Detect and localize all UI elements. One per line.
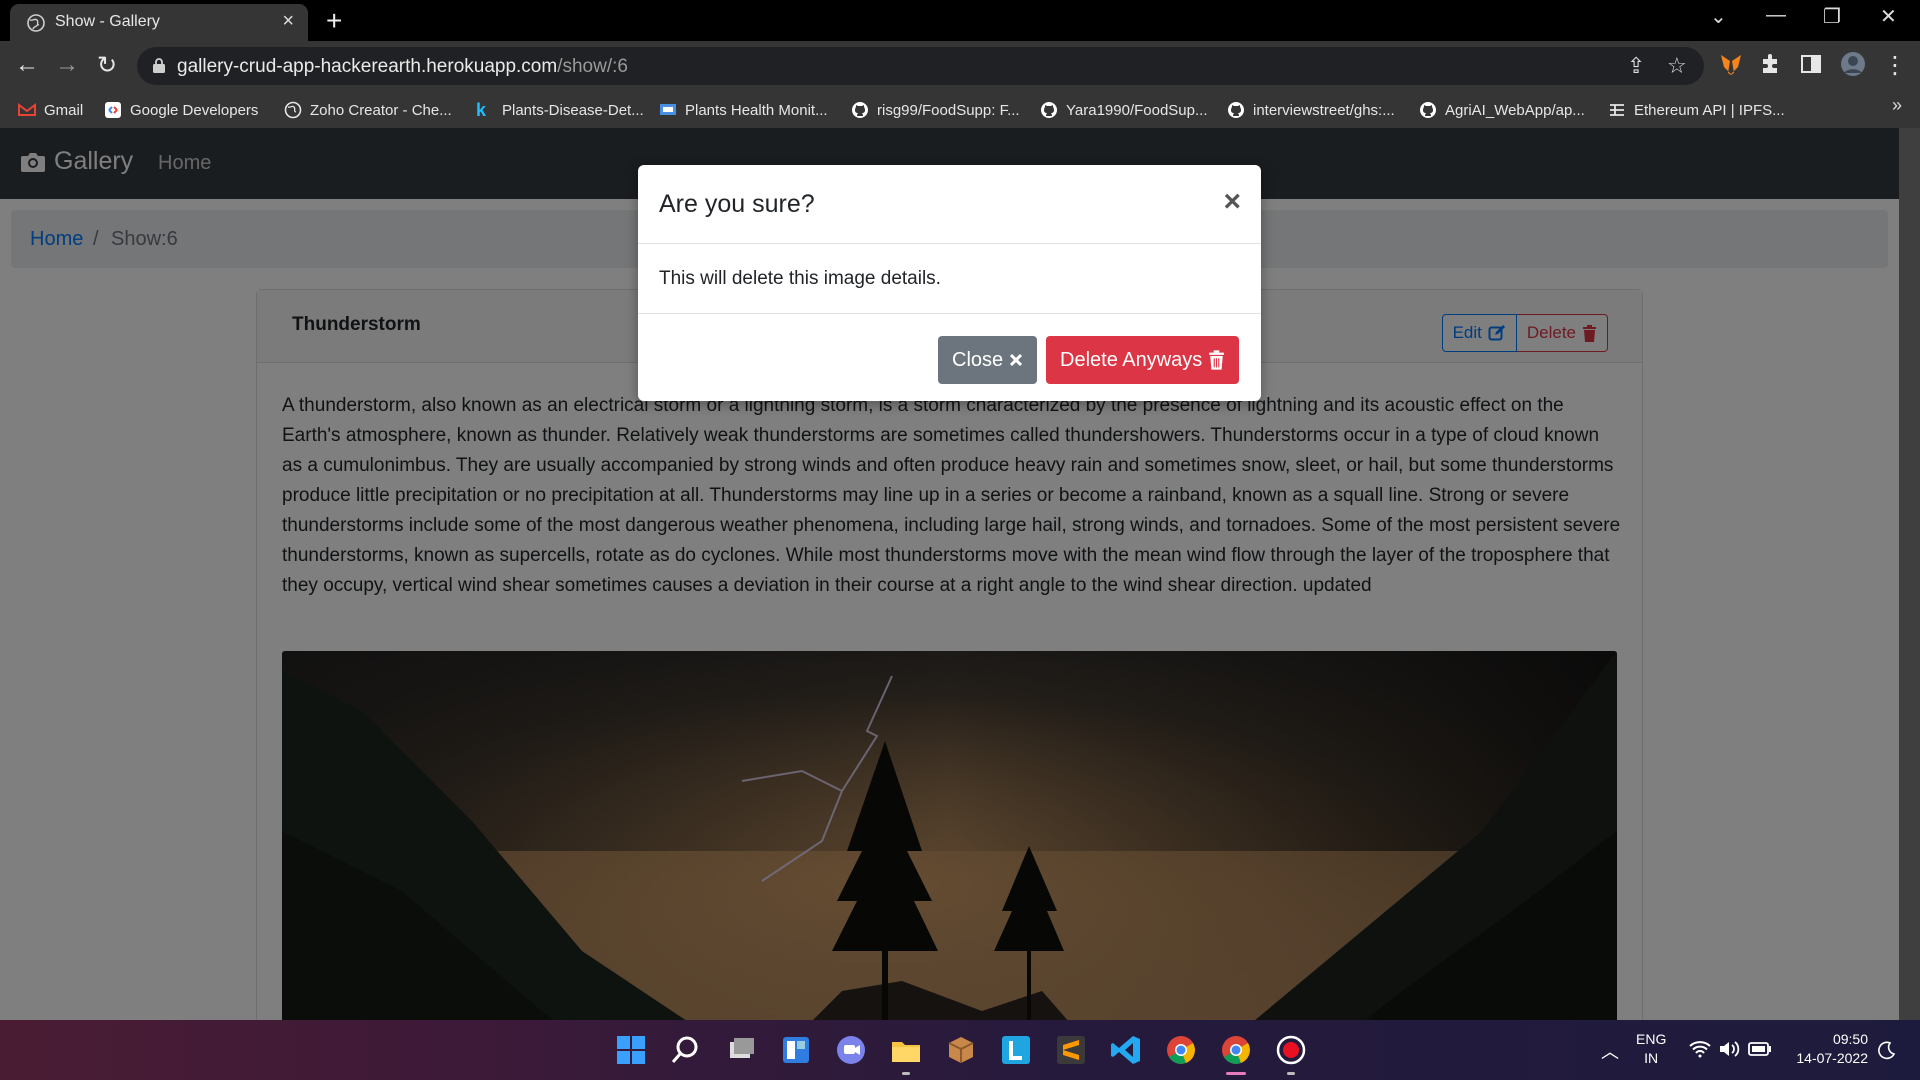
new-tab-button[interactable]: + — [326, 5, 342, 37]
teams-chat-icon[interactable] — [834, 1033, 868, 1067]
bookmark-yara1990-foodsup[interactable]: Yara1990/FoodSup... — [1040, 97, 1208, 123]
browser-menu-icon[interactable]: ⋮ — [1880, 51, 1910, 80]
close-button-label: Close — [952, 348, 1004, 371]
clock-date: 14-07-2022 — [1796, 1050, 1868, 1066]
browser-tab-strip: Show - Gallery × + ⌄ — ❐ ✕ — [0, 0, 1920, 41]
package-icon[interactable] — [944, 1033, 978, 1067]
bookmark-zoho-creator[interactable]: Zoho Creator - Che... — [284, 97, 452, 123]
tab-close-icon[interactable]: × — [282, 10, 294, 33]
github-icon — [1228, 102, 1244, 118]
github-icon — [852, 102, 868, 118]
modal-header: Are you sure? × — [638, 165, 1261, 244]
modal-message: This will delete this image details. — [659, 268, 941, 289]
infura-icon — [1610, 104, 1624, 116]
extensions-puzzle-icon[interactable] — [1758, 51, 1784, 77]
sublime-text-icon[interactable] — [1054, 1033, 1088, 1067]
bookmark-plants-disease[interactable]: k Plants-Disease-Det... — [476, 97, 644, 123]
windows-start-icon[interactable] — [614, 1033, 648, 1067]
bookmark-agriai-webapp[interactable]: AgriAI_WebApp/ap... — [1419, 97, 1585, 123]
running-indicator — [1287, 1072, 1295, 1075]
task-view-icon[interactable] — [724, 1033, 758, 1067]
bookmark-label: Yara1990/FoodSup... — [1066, 101, 1208, 119]
address-bar[interactable]: gallery-crud-app-hackerearth.herokuapp.c… — [137, 47, 1704, 85]
times-icon — [1010, 353, 1023, 367]
bookmark-label: Plants-Disease-Det... — [502, 101, 644, 119]
bookmark-label: Plants Health Monit... — [685, 101, 828, 119]
restore-icon[interactable]: ❐ — [1823, 4, 1841, 29]
google-developers-icon — [105, 102, 121, 118]
active-indicator — [1226, 1072, 1246, 1075]
bookmark-label: Google Developers — [130, 101, 259, 119]
chrome-active-icon[interactable] — [1219, 1033, 1253, 1067]
slides-icon — [660, 104, 676, 115]
back-icon[interactable]: ← — [12, 51, 42, 79]
chrome-icon[interactable] — [1164, 1033, 1198, 1067]
bookmark-label: AgriAI_WebApp/ap... — [1445, 101, 1585, 119]
gmail-icon — [18, 103, 36, 116]
bookmark-ethereum-api[interactable]: Ethereum API | IPFS... — [1608, 97, 1785, 123]
tray-overflow-icon[interactable]: ︿ — [1601, 1038, 1619, 1064]
clock-time: 09:50 — [1832, 1031, 1868, 1047]
bookmark-label: risg99/FoodSupp: F... — [877, 101, 1020, 119]
modal-title: Are you sure? — [659, 190, 815, 218]
language-code: ENG — [1636, 1031, 1667, 1047]
kaggle-icon: k — [476, 100, 487, 120]
reload-icon[interactable]: ↻ — [92, 51, 122, 80]
globe-icon — [284, 101, 302, 119]
bookmark-star-icon[interactable]: ☆ — [1667, 53, 1687, 79]
tab-title: Show - Gallery — [55, 13, 160, 30]
focus-moon-icon[interactable] — [1876, 1040, 1896, 1060]
metamask-icon[interactable] — [1718, 51, 1744, 77]
bookmark-gmail[interactable]: Gmail — [18, 97, 83, 123]
bookmarks-overflow-icon[interactable]: » — [1892, 95, 1902, 116]
lock-icon — [153, 58, 165, 73]
widgets-icon[interactable] — [779, 1033, 813, 1067]
bookmark-label: interviewstreet/ghs:... — [1253, 101, 1395, 119]
url-path: /show/:6 — [557, 56, 628, 77]
volume-icon[interactable] — [1718, 1040, 1740, 1058]
screen-recorder-icon[interactable] — [1274, 1033, 1308, 1067]
modal-close-icon[interactable]: × — [1223, 185, 1241, 219]
globe-icon — [27, 14, 45, 32]
delete-anyways-button[interactable]: Delete Anyways — [1046, 336, 1240, 384]
browser-tab[interactable]: Show - Gallery × — [10, 4, 308, 41]
github-icon — [1420, 102, 1436, 118]
bookmark-label: Gmail — [44, 101, 84, 119]
browser-toolbar: ← → ↻ gallery-crud-app-hackerearth.herok… — [0, 41, 1920, 91]
url-text: gallery-crud-app-hackerearth.herokuapp.c… — [177, 56, 628, 78]
bookmark-plants-health[interactable]: Plants Health Monit... — [659, 97, 828, 123]
search-icon[interactable] — [669, 1033, 703, 1067]
github-icon — [1041, 102, 1057, 118]
url-host: gallery-crud-app-hackerearth.herokuapp.c… — [177, 56, 558, 77]
clock[interactable]: 09:50 14-07-2022 — [1788, 1030, 1868, 1068]
minimize-icon[interactable]: — — [1766, 4, 1786, 27]
l-app-icon[interactable] — [999, 1033, 1033, 1067]
delete-confirmation-modal: Are you sure? × This will delete this im… — [638, 165, 1261, 401]
trash-icon — [1209, 350, 1225, 370]
side-panel-icon[interactable] — [1798, 51, 1824, 77]
window-close-icon[interactable]: ✕ — [1880, 4, 1897, 29]
bookmark-risg99-foodsupp[interactable]: risg99/FoodSupp: F... — [851, 97, 1020, 123]
forward-icon[interactable]: → — [52, 51, 82, 79]
vscode-icon[interactable] — [1109, 1033, 1143, 1067]
bookmark-label: Zoho Creator - Che... — [310, 101, 452, 119]
bookmark-label: Ethereum API | IPFS... — [1634, 101, 1785, 119]
region-code: IN — [1644, 1050, 1659, 1066]
windows-taskbar: ︿ ENG IN 09:50 14-07-2022 — [0, 1020, 1920, 1080]
battery-icon[interactable] — [1748, 1041, 1772, 1057]
tab-search-icon[interactable]: ⌄ — [1710, 4, 1727, 29]
profile-avatar[interactable] — [1840, 51, 1866, 77]
bookmark-interviewstreet[interactable]: interviewstreet/ghs:... — [1227, 97, 1395, 123]
close-button[interactable]: Close — [938, 336, 1038, 384]
bookmarks-bar: Gmail Google Developers Zoho Creator - C… — [0, 91, 1920, 128]
share-icon[interactable]: ⇪ — [1627, 53, 1645, 79]
running-indicator — [902, 1072, 910, 1075]
file-explorer-icon[interactable] — [889, 1033, 923, 1067]
wifi-icon[interactable] — [1689, 1040, 1711, 1058]
delete-anyways-label: Delete Anyways — [1060, 348, 1203, 371]
modal-footer: Close Delete Anyways — [638, 313, 1261, 401]
language-indicator[interactable]: ENG IN — [1636, 1030, 1666, 1068]
bookmark-google-developers[interactable]: Google Developers — [104, 97, 258, 123]
